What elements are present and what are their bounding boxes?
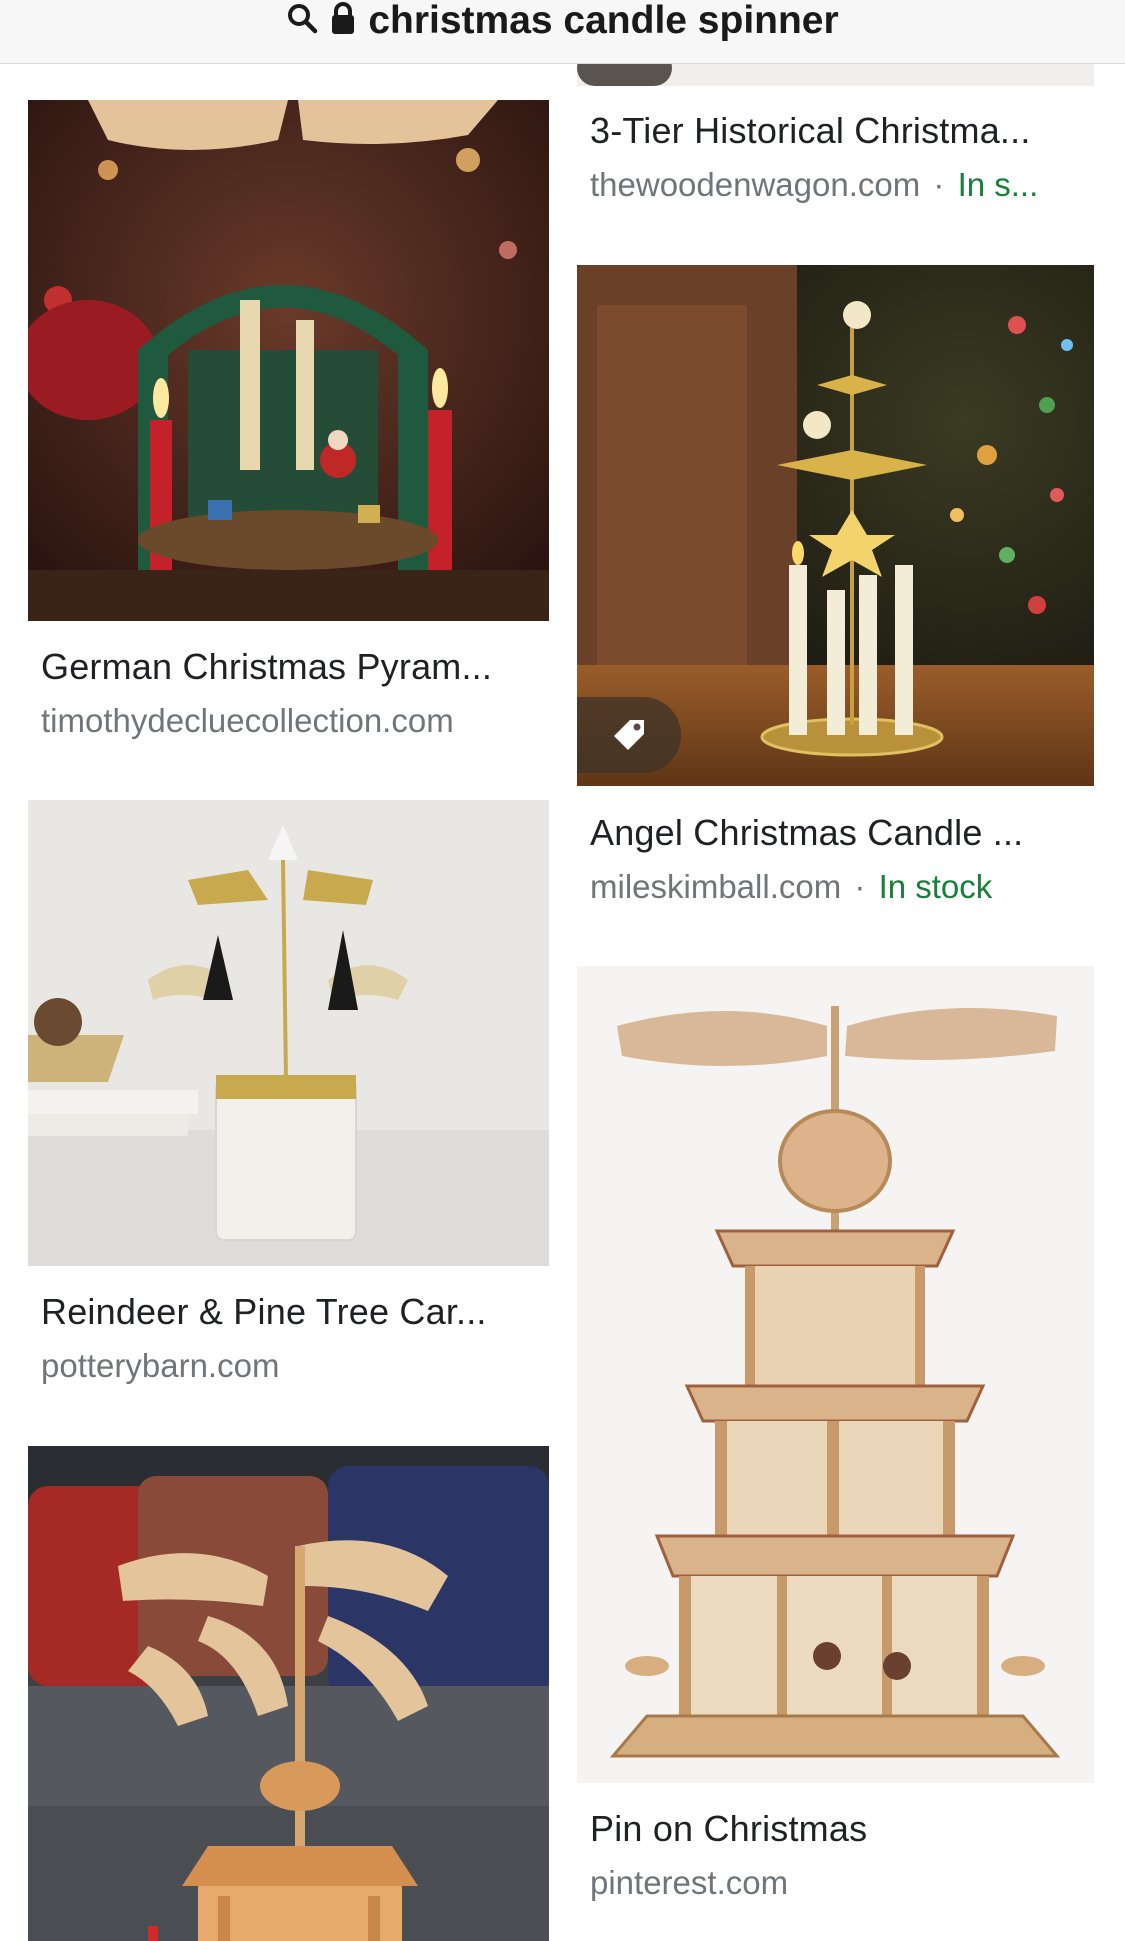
search-icon [286, 2, 318, 39]
result-title: German Christmas Pyram... [41, 646, 493, 687]
result-title: Reindeer & Pine Tree Car... [41, 1291, 487, 1332]
result-caption-pin[interactable]: Pin on Christmas pinterest.com [590, 1808, 1082, 1902]
result-caption-german[interactable]: German Christmas Pyram... timothydecluec… [41, 646, 536, 740]
stock-status: In stock [878, 868, 993, 905]
result-image-german[interactable] [28, 100, 549, 621]
result-source: pinterest.com [590, 1864, 789, 1901]
result-title: Angel Christmas Candle ... [590, 812, 1024, 853]
result-caption-3-tier[interactable]: 3-Tier Historical Christma... thewoodenw… [590, 110, 1082, 204]
result-title: 3-Tier Historical Christma... [590, 110, 1031, 151]
result-source: mileskimball.com · In stock [590, 868, 993, 905]
url-text: christmas candle spinner [368, 0, 839, 42]
address-bar[interactable]: christmas candle spinner [0, 0, 1125, 64]
result-caption-reindeer[interactable]: Reindeer & Pine Tree Car... potterybarn.… [41, 1291, 536, 1385]
result-source: thewoodenwagon.com · In s... [590, 166, 1039, 203]
price-tag-badge [577, 697, 681, 773]
result-image-angel[interactable] [577, 265, 1094, 786]
result-source: potterybarn.com [41, 1347, 280, 1384]
price-tag-icon [610, 716, 648, 754]
result-source: timothydecluecollection.com [41, 702, 454, 739]
stock-status: In s... [957, 166, 1039, 203]
result-caption-angel[interactable]: Angel Christmas Candle ... mileskimball.… [590, 812, 1082, 906]
lock-icon [330, 1, 356, 40]
result-image-reindeer[interactable] [28, 800, 549, 1266]
result-image-pin[interactable] [577, 966, 1094, 1783]
result-image-pyramid-sofa[interactable] [28, 1446, 549, 1941]
result-title: Pin on Christmas [590, 1808, 868, 1849]
